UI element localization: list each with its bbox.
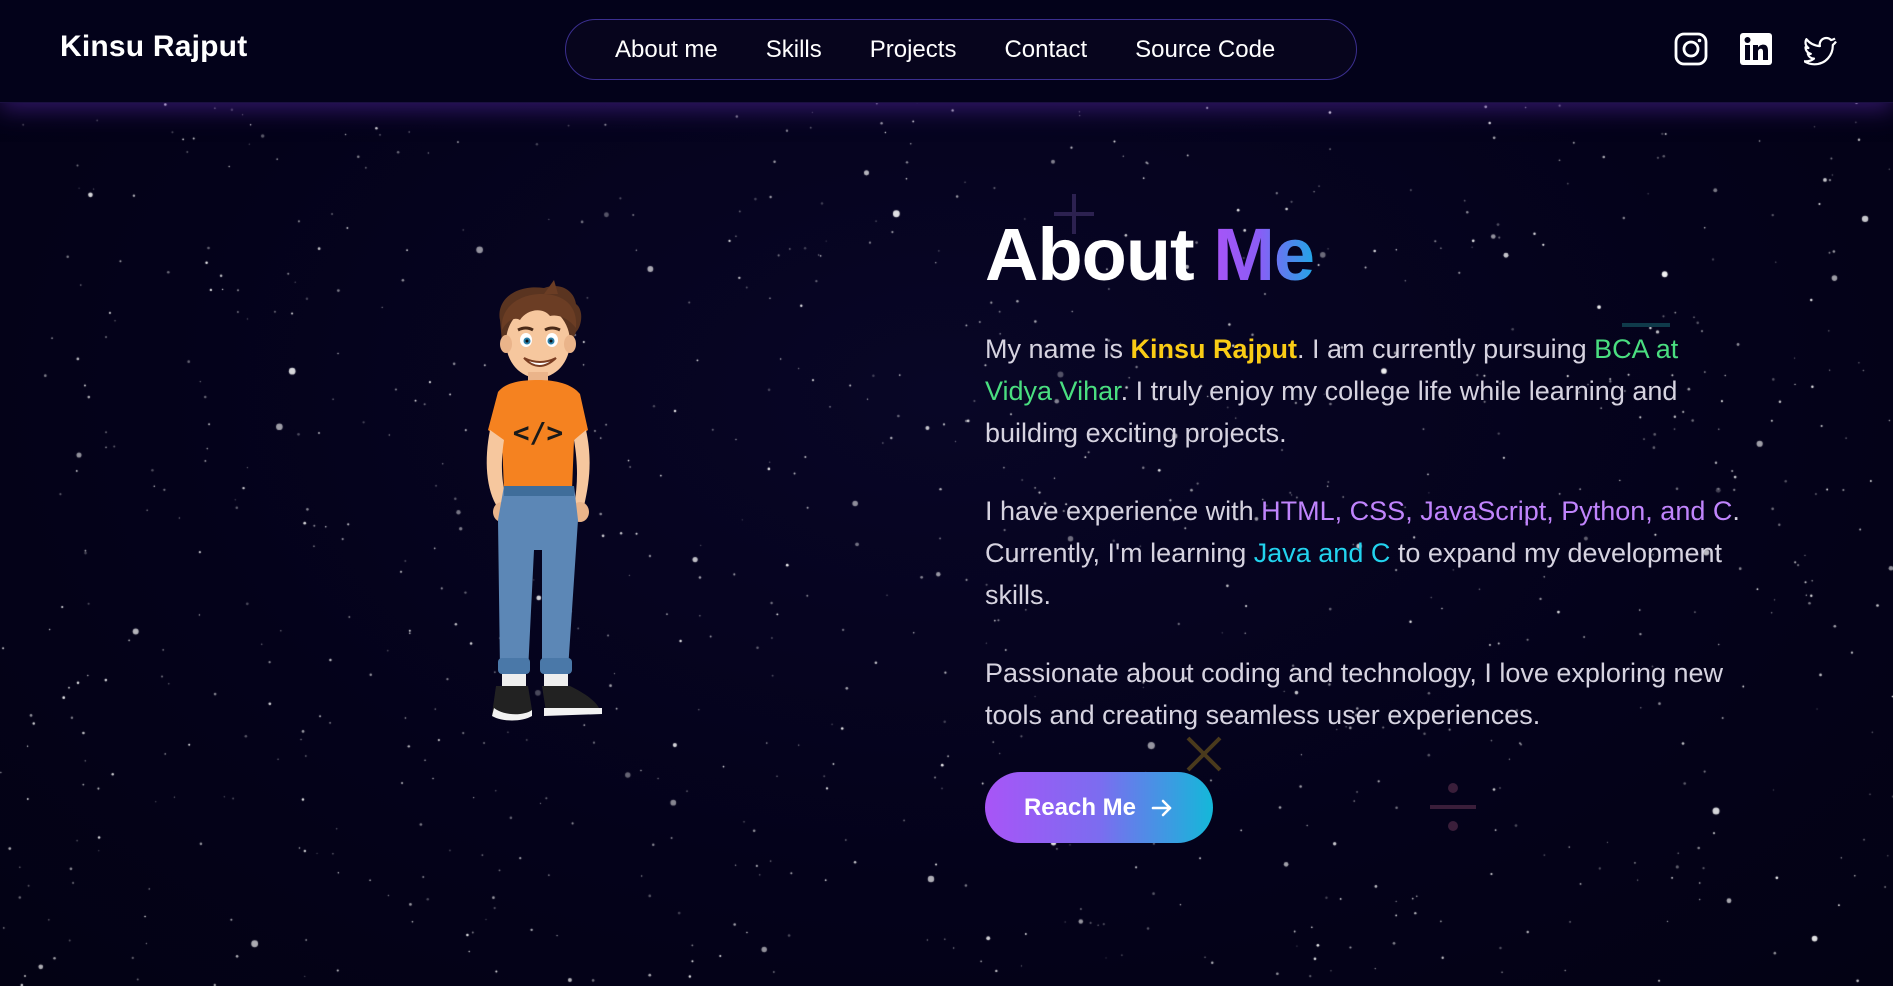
social-links: [1674, 32, 1838, 66]
nav-item-projects[interactable]: Projects: [870, 36, 957, 64]
skills-highlight: HTML, CSS, JavaScript, Python, and C: [1261, 496, 1733, 526]
learning-highlight: Java and C: [1253, 538, 1391, 568]
nav-item-skills[interactable]: Skills: [766, 36, 822, 64]
linkedin-icon[interactable]: [1739, 32, 1773, 66]
nav-menu: About me Skills Projects Contact Source …: [565, 19, 1357, 80]
about-title-highlight: Me: [1213, 213, 1315, 296]
page: Kinsu Rajput About me Skills Projects Co…: [0, 0, 1893, 986]
passion-paragraph: Passionate about coding and technology, …: [985, 658, 1724, 730]
about-section: About Me My name is Kinsu Rajput. I am c…: [985, 210, 1745, 736]
reach-me-label: Reach Me: [1023, 793, 1137, 821]
skills-paragraph: I have experience with HTML, CSS, JavaSc…: [985, 490, 1745, 616]
nav-item-about-me[interactable]: About me: [615, 36, 718, 64]
arrow-right-icon: [1151, 799, 1172, 816]
reach-me-button[interactable]: Reach Me: [985, 772, 1213, 843]
intro-paragraph: My name is Kinsu Rajput. I am currently …: [985, 328, 1745, 454]
name-highlight: Kinsu Rajput: [1130, 334, 1298, 364]
about-title: About Me: [985, 210, 1745, 300]
brand-logo[interactable]: Kinsu Rajput: [60, 30, 247, 64]
about-title-word: About: [985, 213, 1195, 296]
divide-symbol-decoration: [1430, 783, 1476, 831]
skills-text-1: I have experience with: [985, 496, 1262, 526]
times-symbol-decoration: [1186, 736, 1222, 772]
nav-item-contact[interactable]: Contact: [1004, 36, 1087, 64]
shirt-code-symbol: </>: [513, 416, 564, 449]
top-navbar: Kinsu Rajput About me Skills Projects Co…: [0, 0, 1893, 103]
developer-avatar-illustration: </>: [486, 280, 602, 721]
nav-item-source-code[interactable]: Source Code: [1135, 36, 1275, 64]
instagram-icon[interactable]: [1674, 32, 1708, 66]
twitter-icon[interactable]: [1804, 32, 1838, 66]
intro-text-1: My name is: [985, 334, 1131, 364]
intro-text-2: . I am currently pursuing: [1297, 334, 1595, 364]
